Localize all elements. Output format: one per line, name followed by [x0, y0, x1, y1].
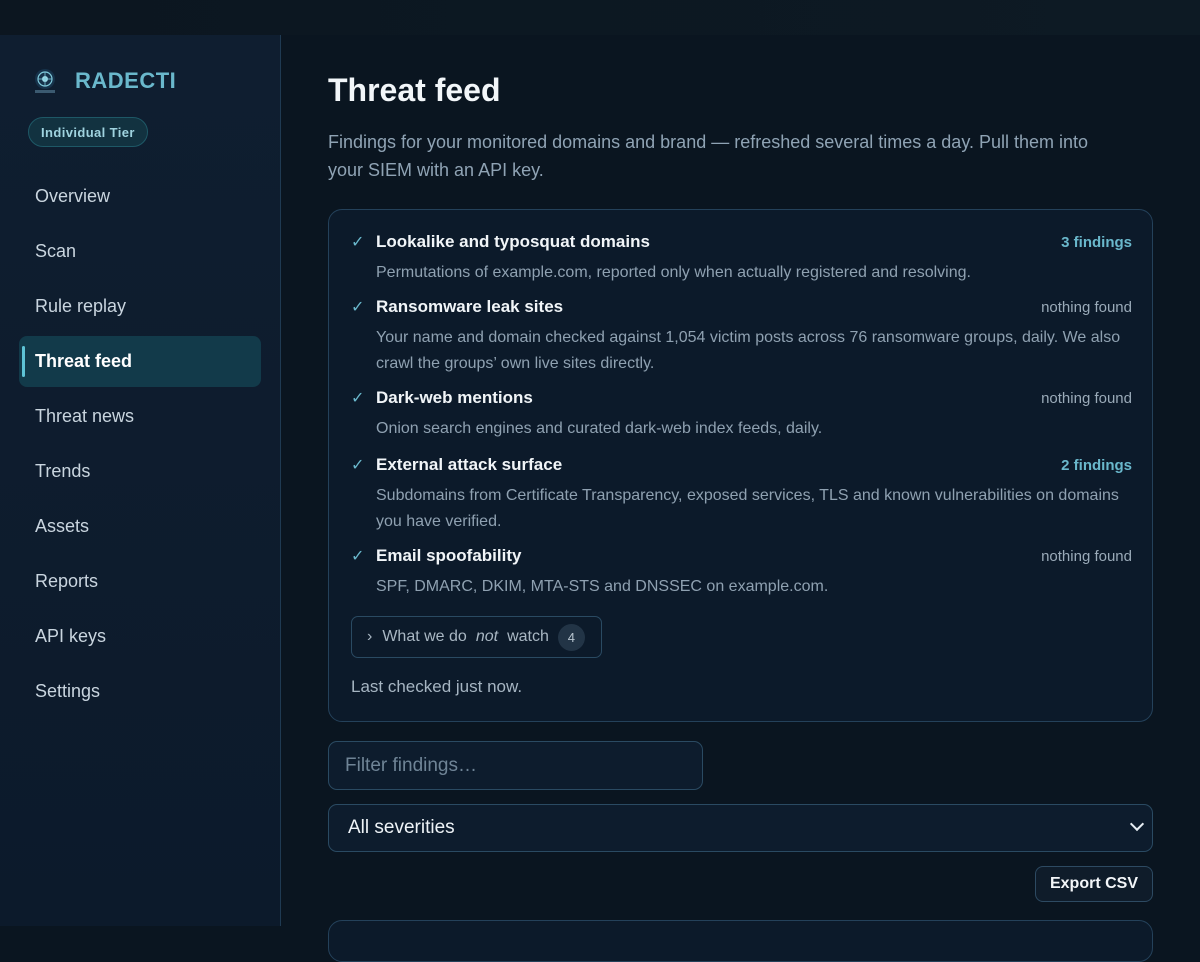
brand[interactable]: RADECTI	[30, 66, 176, 96]
monitor-description: Permutations of example.com, reported on…	[376, 264, 971, 281]
monitor-status: nothing found	[1041, 298, 1132, 316]
monitor-title: Ransomware leak sites	[376, 297, 564, 316]
not-watched-count-badge: 4	[557, 623, 585, 651]
last-checked-text: Last checked just now.	[351, 677, 523, 696]
sidebar-item-trends[interactable]: Trends	[19, 446, 261, 497]
monitor-item: ✓ Ransomware leak sites nothing found Yo…	[351, 295, 1132, 377]
findings-list-card	[328, 920, 1153, 962]
check-icon: ✓	[351, 548, 365, 565]
top-bar	[0, 0, 1200, 35]
chevron-right-icon: ›	[367, 628, 373, 645]
monitor-summary-card: ✓ Lookalike and typosquat domains 3 find…	[328, 209, 1153, 722]
export-csv-button[interactable]: Export CSV	[1035, 866, 1153, 902]
monitor-item: ✓ External attack surface 2 findings Sub…	[351, 453, 1132, 535]
check-icon: ✓	[351, 299, 365, 316]
check-icon: ✓	[351, 457, 365, 474]
radecti-logo-icon	[30, 66, 60, 96]
sidebar-item-threat-news[interactable]: Threat news	[19, 391, 261, 442]
sidebar-item-rule-replay[interactable]: Rule replay	[19, 281, 261, 332]
page-title: Threat feed	[328, 72, 501, 108]
not-watched-prefix: What we do	[382, 628, 467, 645]
monitor-status[interactable]: 2 findings	[1061, 457, 1132, 474]
monitor-title: Email spoofability	[376, 546, 522, 565]
sidebar-nav: Overview Scan Rule replay Threat feed Th…	[19, 171, 261, 721]
brand-name: RADECTI	[75, 68, 177, 93]
chevron-down-icon	[1129, 816, 1145, 832]
sidebar-item-settings[interactable]: Settings	[19, 666, 261, 717]
monitor-item: ✓ Email spoofability nothing found SPF, …	[351, 544, 1132, 600]
monitor-title: Dark-web mentions	[376, 388, 533, 407]
not-watched-emphasis: not	[475, 628, 499, 645]
monitor-status[interactable]: 3 findings	[1061, 234, 1132, 251]
filter-findings-input[interactable]	[328, 741, 703, 790]
severity-select[interactable]: All severities	[328, 804, 1153, 852]
monitor-description: SPF, DMARC, DKIM, MTA-STS and DNSSEC on …	[376, 578, 829, 595]
sidebar-item-overview[interactable]: Overview	[19, 171, 261, 222]
sidebar: RADECTI Individual Tier Overview Scan Ru…	[0, 35, 281, 926]
not-watched-toggle[interactable]: › What we do not watch 4	[351, 616, 602, 658]
monitor-description: Your name and domain checked against 1,0…	[376, 329, 1121, 372]
sidebar-item-assets[interactable]: Assets	[19, 501, 261, 552]
monitor-item: ✓ Dark-web mentions nothing found Onion …	[351, 386, 1132, 442]
monitor-item: ✓ Lookalike and typosquat domains 3 find…	[351, 230, 1132, 286]
severity-selected-value: All severities	[348, 817, 455, 838]
check-icon: ✓	[351, 234, 365, 251]
sidebar-item-threat-feed[interactable]: Threat feed	[19, 336, 261, 387]
monitor-status: nothing found	[1041, 547, 1132, 565]
sidebar-item-api-keys[interactable]: API keys	[19, 611, 261, 662]
sidebar-item-reports[interactable]: Reports	[19, 556, 261, 607]
sidebar-item-scan[interactable]: Scan	[19, 226, 261, 277]
monitor-status: nothing found	[1041, 389, 1132, 407]
monitor-description: Onion search engines and curated dark-we…	[376, 420, 823, 437]
monitor-title: External attack surface	[376, 455, 563, 474]
monitor-title: Lookalike and typosquat domains	[376, 232, 650, 251]
tier-badge: Individual Tier	[28, 117, 148, 147]
check-icon: ✓	[351, 390, 365, 407]
page-subtitle: Findings for your monitored domains and …	[328, 132, 1089, 180]
not-watched-suffix: watch	[507, 628, 549, 645]
monitor-description: Subdomains from Certificate Transparency…	[376, 487, 1119, 530]
